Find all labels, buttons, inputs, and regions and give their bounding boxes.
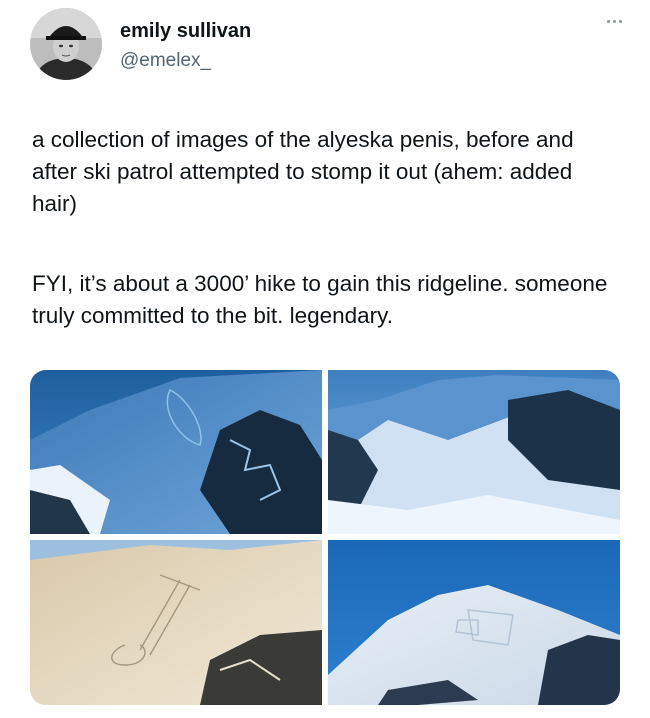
avatar[interactable] — [30, 8, 102, 80]
display-name[interactable]: emily sullivan — [120, 20, 251, 43]
more-dot — [606, 19, 610, 23]
photo-4[interactable] — [328, 540, 620, 705]
tweet-text-paragraph-1: a collection of images of the alyeska pe… — [32, 127, 574, 216]
tweet-text-paragraph-2: FYI, it’s about a 3000’ hike to gain thi… — [32, 271, 608, 328]
more-options-icon[interactable] — [602, 14, 626, 28]
photo-3[interactable] — [30, 540, 322, 705]
more-dot — [612, 19, 616, 23]
media-grid — [30, 370, 620, 705]
tweet-header: emily sullivan @emelex_ — [30, 8, 626, 80]
photo-2[interactable] — [328, 370, 620, 534]
user-handle[interactable]: @emelex_ — [120, 50, 211, 72]
photo-1[interactable] — [30, 370, 322, 534]
more-dot — [618, 19, 622, 23]
